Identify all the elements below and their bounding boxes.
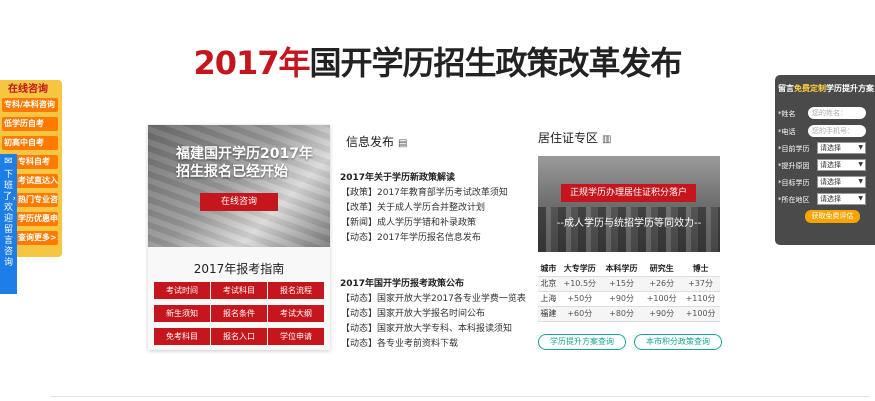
news-item[interactable]: 【动态】2017年学历报名信息发布 — [341, 230, 481, 243]
table-header: 研究生 — [642, 262, 682, 277]
news-item[interactable]: 【动态】国家开放大学报名时间公布 — [341, 306, 485, 319]
points-policy-query-button[interactable]: 本市积分政策查询 — [634, 334, 722, 350]
name-input[interactable]: 您的姓名： — [808, 107, 866, 119]
news-item[interactable]: 【动态】国家开放大学2017各专业学费一览表 — [341, 291, 526, 304]
consult-item-exam-entry[interactable]: 考试直达入口 — [16, 174, 58, 188]
news-section1-title[interactable]: 2017年关于学历新政策解读 — [340, 170, 455, 183]
table-header: 本科学历 — [600, 262, 643, 277]
region-select[interactable]: 请选择 ▼ — [817, 193, 866, 205]
phone-label: *电话 — [778, 128, 796, 136]
target-edu-select[interactable]: 请选择 ▼ — [817, 176, 866, 188]
chevron-down-icon: ▼ — [858, 144, 863, 151]
residence-points-button[interactable]: 正规学历办理居住证积分落户 — [561, 184, 696, 202]
chevron-down-icon: ▼ — [858, 195, 863, 202]
news-section2-title[interactable]: 2017年国开学历报考政策公布 — [340, 276, 464, 289]
chevron-down-icon: ▼ — [858, 178, 863, 185]
residence-banner: 正规学历办理居住证积分落户 --成人学历与统招学历等同效力-- — [538, 156, 720, 252]
consult-item-hot-major[interactable]: 热门专业咨询 — [16, 193, 58, 207]
banner-title: 福建国开学历2017年招生报名已经开始 — [176, 146, 313, 180]
guide-btn-syllabus[interactable]: 考试大纲 — [268, 305, 324, 322]
current-edu-label: *目前学历 — [778, 145, 810, 153]
page-title: 2017年国开学历招生政策改革发布 — [0, 38, 875, 84]
submit-assessment-button[interactable]: 获取免费评估 — [805, 210, 860, 223]
consult-item-specialty[interactable]: 专科/本科咨询 — [2, 98, 58, 112]
page: { "title": { "year": "2017年", "rest": "国… — [0, 0, 875, 401]
title-text: 国开学历招生政策改革发布 — [309, 44, 683, 82]
table-header: 城市 — [538, 262, 559, 277]
edu-plan-query-button[interactable]: 学历提升方案查询 — [538, 334, 626, 350]
reason-label: *提升原因 — [778, 162, 810, 170]
residence-banner-subtitle: --成人学历与统招学历等同效力-- — [556, 218, 702, 229]
target-edu-label: *目标学历 — [778, 179, 810, 187]
divider — [50, 396, 870, 401]
table-header: 博士 — [681, 262, 720, 277]
form-name-row: *姓名 — [778, 109, 806, 119]
enrollment-card: 福建国开学历2017年招生报名已经开始 在线咨询 2017年报考指南 考试时间 … — [148, 125, 330, 350]
leave-message-tab[interactable]: ✉ 下班了，欢迎留言咨询 — [0, 154, 22, 294]
region-label: *所在地区 — [778, 196, 810, 204]
form-phone-row: *电话 — [778, 127, 806, 137]
table-row: 上海 +50分 +90分 +100分 +110分 — [538, 291, 720, 307]
name-label: *姓名 — [778, 110, 796, 118]
leave-message-text: 下班了，欢迎留言咨询 — [3, 170, 22, 268]
residence-header: 居住证专区 ▥ — [538, 131, 612, 145]
building-icon: ▥ — [602, 134, 612, 145]
assessment-form: 留言免费定制学历提升方案 *姓名 您的姓名： *电话 您的手机号： *目前学历 … — [775, 75, 875, 245]
consult-item-college[interactable]: 专科自考 — [16, 155, 58, 169]
guide-btn-process[interactable]: 报名流程 — [268, 282, 324, 299]
guide-btn-exam-time[interactable]: 考试时间 — [154, 282, 210, 299]
enrollment-banner: 福建国开学历2017年招生报名已经开始 在线咨询 — [148, 125, 330, 247]
reason-select[interactable]: 请选择 ▼ — [817, 159, 866, 171]
consult-widget-title: 在线咨询 — [8, 84, 48, 95]
consult-item-low-edu[interactable]: 低学历自考 — [2, 117, 58, 131]
title-year: 2017年 — [193, 44, 310, 82]
phone-input[interactable]: 您的手机号： — [808, 125, 866, 137]
guide-btn-degree[interactable]: 学位申请 — [268, 328, 324, 345]
news-item[interactable]: 【政策】2017年教育部学历考试改革须知 — [341, 185, 508, 198]
consult-item-discount[interactable]: 学历优惠申请 — [16, 212, 58, 226]
table-header: 大专学历 — [558, 262, 601, 277]
form-header: 留言免费定制学历提升方案 — [778, 84, 874, 93]
table-row: 北京 +10.5分 +15分 +26分 +37分 — [538, 276, 720, 292]
guide-btn-entry[interactable]: 报名入口 — [211, 328, 267, 345]
consult-item-more[interactable]: 查询更多>> — [16, 231, 58, 245]
guide-title: 2017年报考指南 — [193, 262, 285, 276]
news-item[interactable]: 【动态】各专业考前资料下载 — [341, 336, 458, 349]
guide-btn-exam-subject[interactable]: 考试科目 — [211, 282, 267, 299]
consult-online-button[interactable]: 在线咨询 — [200, 193, 278, 211]
guide-btn-exempt[interactable]: 免考科目 — [154, 328, 210, 345]
envelope-icon: ✉ — [4, 156, 13, 167]
table-row: 福建 +60分 +80分 +90分 +100分 — [538, 306, 720, 322]
guide-btn-newcomer[interactable]: 新生须知 — [154, 305, 210, 322]
chevron-down-icon: ▼ — [858, 161, 863, 168]
consult-item-junior[interactable]: 初高中自考 — [2, 136, 58, 150]
residence-points-table: 城市 大专学历 本科学历 研究生 博士 北京 +10.5分 +15分 +26分 +37分… — [538, 262, 720, 322]
current-edu-select[interactable]: 请选择 ▼ — [817, 142, 866, 154]
news-item[interactable]: 【动态】国家开放大学专科、本科报读须知 — [341, 321, 512, 334]
news-header: 信息发布 ▤ — [346, 135, 408, 149]
guide-btn-conditions[interactable]: 报名条件 — [211, 305, 267, 322]
news-icon: ▤ — [398, 138, 408, 149]
news-item[interactable]: 【改革】关于成人学历合并整改计划 — [341, 200, 485, 213]
news-item[interactable]: 【新闻】成人学历学错和补录政策 — [341, 215, 476, 228]
